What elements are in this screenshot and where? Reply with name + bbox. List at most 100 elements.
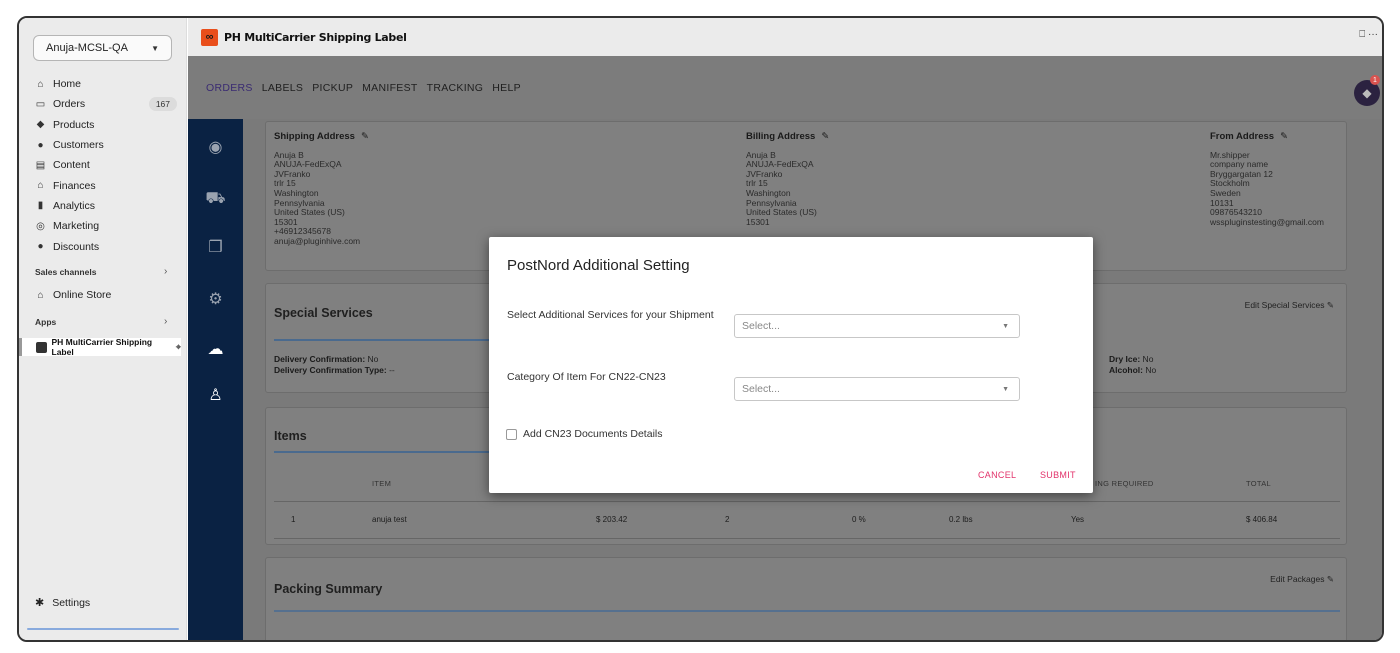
alcohol-label: Alcohol: [1109,365,1143,375]
alcohol-value: No [1143,365,1157,375]
delivery-confirmation-type: Delivery Confirmation Type: -- [274,365,395,375]
sidebar-item-content[interactable]: ▤ Content [19,155,187,175]
menu-tracking[interactable]: TRACKING [427,82,484,94]
chevron-right-icon[interactable]: › [164,316,167,327]
section-divider [274,339,504,341]
app-icon [36,341,47,353]
store-icon: ⌂ [37,289,44,301]
item-price: $ 203.42 [596,515,628,524]
sidebar-item-orders[interactable]: ▭ Orders 167 [19,94,187,114]
edit-packages-label: Edit Packages [1270,574,1325,584]
orders-count-badge: 167 [148,97,177,112]
sidebar-item-analytics[interactable]: ▮ Analytics [19,196,187,216]
sidebar-item-customers[interactable]: ● Customers [19,135,187,155]
sidebar-item-online-store[interactable]: ⌂ Online Store [19,285,187,305]
modal-title: PostNord Additional Setting [507,257,690,274]
discount-icon: ● [37,241,44,253]
shipping-address-title: Shipping Address [274,131,355,142]
menu-orders[interactable]: ORDERS [206,82,253,94]
additional-services-select[interactable]: Select... ▼ [734,314,1020,338]
menu-help[interactable]: HELP [492,82,521,94]
cloud-upload-icon[interactable]: ☁ [188,339,243,359]
eye-icon[interactable]: ◉ [188,137,243,157]
edit-icon: ✎ [1326,574,1334,584]
edit-icon[interactable]: ✎ [361,131,369,142]
column-header-total: TOTAL [1246,479,1271,488]
submit-button[interactable]: SUBMIT [1040,470,1076,480]
person-icon: ● [37,139,44,151]
menu-pickup[interactable]: PICKUP [312,82,353,94]
sidebar-item-label: Settings [52,596,91,609]
dry-ice-label: Dry Ice: [1109,354,1141,364]
shipping-address: Shipping Address ✎ Anuja B ANUJA-FedExQA … [274,132,369,247]
app-vertical-nav: ◉ ⛟ ❒ ⚙ ☁ ♙ [188,119,243,640]
window-frame: Anuja-MCSL-QA ▼ ⌂ Home ▭ Orders 167 ◆ Pr… [17,16,1384,642]
bar-chart-icon: ▮ [37,200,44,212]
sidebar-item-label: Orders [53,98,86,111]
sidebar-item-home[interactable]: ⌂ Home [19,74,187,94]
item-discount: 0 % [852,515,866,524]
edit-icon: ✎ [1326,300,1334,310]
sidebar-item-finances[interactable]: ⌂ Finances [19,175,187,195]
edit-packages-link[interactable]: Edit Packages ✎ [1270,574,1334,585]
edit-special-services-link[interactable]: Edit Special Services ✎ [1245,300,1334,311]
delivery-confirmation: Delivery Confirmation: No [274,354,378,364]
sidebar-nav: ⌂ Home ▭ Orders 167 ◆ Products ● Custome… [19,74,187,257]
store-selector[interactable]: Anuja-MCSL-QA ▼ [33,35,172,61]
sidebar-item-app[interactable]: PH MultiCarrier Shipping Label ⌖ [19,337,181,357]
admin-sidebar: Anuja-MCSL-QA ▼ ⌂ Home ▭ Orders 167 ◆ Pr… [19,18,187,640]
cn23-documents-label[interactable]: Add CN23 Documents Details [523,428,662,440]
dry-ice-value: No [1140,354,1154,364]
sidebar-item-discounts[interactable]: ● Discounts [19,236,187,256]
edit-special-services-label: Edit Special Services [1244,300,1325,310]
gear-icon: ✱ [35,597,45,609]
menu-labels[interactable]: LABELS [262,82,304,94]
chevron-down-icon: ▼ [1002,323,1009,330]
menu-manifest[interactable]: MANIFEST [362,82,417,94]
apps-heading: Apps [35,317,57,327]
postnord-settings-modal: PostNord Additional Setting Select Addit… [489,237,1093,493]
user-icon[interactable]: ♙ [188,385,243,405]
section-divider [274,610,1340,612]
chevron-right-icon[interactable]: › [164,266,167,277]
from-address-title: From Address [1210,131,1275,142]
store-name: Anuja-MCSL-QA [46,42,128,54]
sidebar-item-label: Content [53,159,90,172]
row-index: 1 [291,515,296,524]
packing-summary-title: Packing Summary [274,582,383,596]
sidebar-item-marketing[interactable]: ◎ Marketing [19,216,187,236]
truck-icon[interactable]: ⛟ [188,189,243,209]
column-header-shipping-required: ING REQUIRED [1095,479,1154,488]
section-divider [274,451,504,453]
sidebar-item-label: Customers [53,139,104,152]
edit-icon[interactable]: ✎ [1280,131,1288,142]
orders-icon: ▭ [35,98,46,110]
app-menu: ORDERS LABELS PICKUP MANIFEST TRACKING H… [188,56,1382,119]
content-icon: ▤ [35,159,46,171]
sales-channels-heading: Sales channels [35,267,97,277]
sidebar-item-products[interactable]: ◆ Products [19,115,187,135]
dry-ice: Dry Ice: No [1109,354,1153,364]
settings-gear-icon[interactable]: ⚙ [188,289,243,309]
additional-services-label: Select Additional Services for your Ship… [507,309,714,321]
box-icon[interactable]: ❒ [188,237,243,257]
home-icon: ⌂ [37,78,44,90]
packing-summary-card: Packing Summary Edit Packages ✎ [265,557,1347,640]
select-placeholder: Select... [742,383,780,395]
item-category-select[interactable]: Select... ▼ [734,377,1020,401]
tag-icon: ◆ [36,119,45,131]
pin-icon[interactable]: ⌖ [176,342,181,353]
item-quantity: 2 [725,515,730,524]
edit-icon[interactable]: ✎ [821,131,829,142]
cn23-documents-checkbox[interactable] [506,429,517,440]
app-logo-icon: ∞ [201,28,218,46]
sidebar-item-settings[interactable]: ✱ Settings [35,596,91,610]
notification-count-badge: 1 [1370,75,1380,85]
more-options-icon[interactable]: ⎕ ··· [1359,29,1378,40]
cancel-button[interactable]: CANCEL [978,470,1016,480]
billing-address: Billing Address ✎ Anuja B ANUJA-FedExQA J… [746,132,829,227]
table-divider [274,501,1340,502]
delivery-confirmation-type-label: Delivery Confirmation Type: [274,365,387,375]
sidebar-item-label: Discounts [53,240,100,253]
column-header-item: ITEM [372,479,392,488]
